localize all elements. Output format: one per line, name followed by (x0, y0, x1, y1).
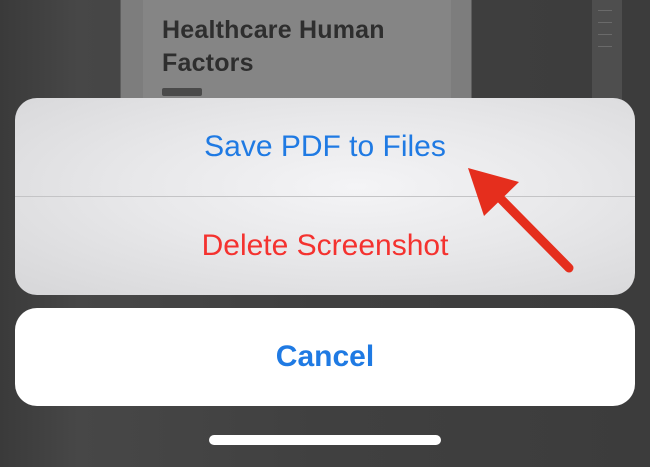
home-indicator (209, 435, 441, 445)
thumbnail-line (598, 22, 612, 23)
thumbnail-strip (592, 0, 622, 100)
document-subtext (162, 88, 202, 96)
thumbnail-line (598, 46, 612, 47)
cancel-button[interactable]: Cancel (15, 308, 635, 406)
save-pdf-to-files-button[interactable]: Save PDF to Files (15, 98, 635, 196)
document-heading: Healthcare Human Factors (162, 16, 385, 77)
thumbnail-line (598, 10, 612, 11)
action-sheet-group: Save PDF to Files Delete Screenshot (15, 98, 635, 295)
delete-screenshot-button[interactable]: Delete Screenshot (15, 197, 635, 295)
thumbnail-line (598, 34, 612, 35)
